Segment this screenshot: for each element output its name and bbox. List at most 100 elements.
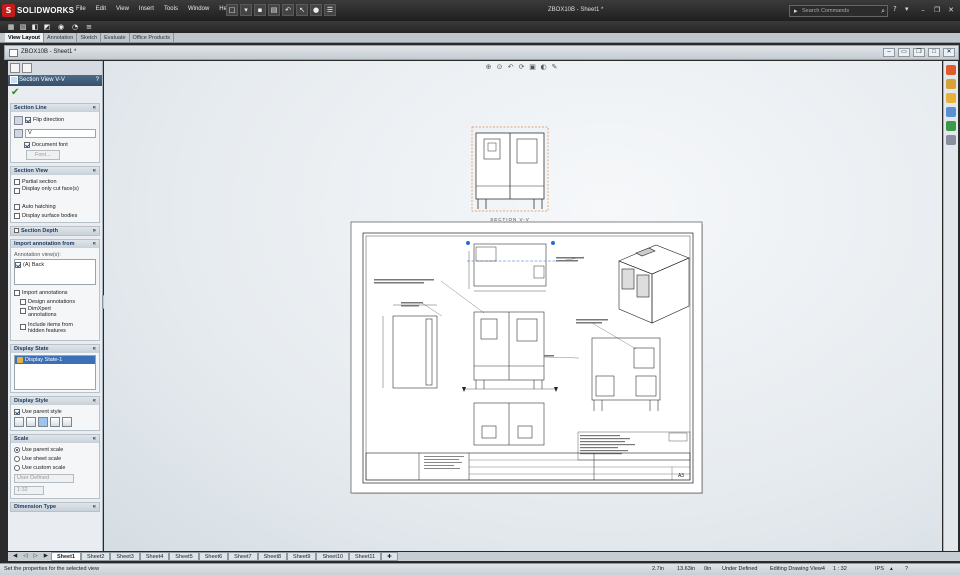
group-header[interactable]: Section Depth » [11, 227, 99, 235]
auxiliary-view-icon[interactable]: ◧ [30, 22, 40, 32]
group-header[interactable]: Scale « [11, 435, 99, 443]
shaded-icon[interactable] [62, 417, 72, 427]
tab-evaluate[interactable]: Evaluate [101, 33, 130, 42]
save-icon[interactable]: ▪ [254, 4, 266, 16]
sheet-nav-prev-icon[interactable]: ◁ [20, 552, 30, 561]
section-view-icon[interactable]: ◩ [42, 22, 52, 32]
tab-annotation[interactable]: Annotation [44, 33, 78, 42]
group-header[interactable]: Display Style « [11, 397, 99, 405]
view-palette-icon[interactable] [946, 107, 956, 117]
sheet-tab[interactable]: Sheet4 [139, 552, 170, 561]
feature-manager-tab-icon[interactable] [10, 63, 20, 73]
import-annotations-checkbox[interactable] [14, 289, 20, 296]
use-parent-scale-radio[interactable] [14, 446, 20, 453]
help-dropdown-icon[interactable]: ▾ [905, 5, 909, 13]
group-header[interactable]: Display State « [11, 345, 99, 353]
doc-tile-icon[interactable]: ▭ [898, 48, 910, 57]
wireframe-style-icon[interactable] [14, 417, 24, 427]
sheet-nav-first-icon[interactable]: ◀ [10, 552, 20, 561]
doc-maximize-icon[interactable]: □ [928, 48, 940, 57]
font-button[interactable]: Font... [26, 149, 60, 160]
group-header[interactable]: Section Line « [11, 104, 99, 112]
sheet-tab[interactable]: Sheet10 [316, 552, 349, 561]
sheet-nav-last-icon[interactable]: ▶ [41, 552, 51, 561]
doc-minimize-icon[interactable]: – [883, 48, 895, 57]
cut-face-checkbox[interactable] [14, 188, 20, 194]
help-icon[interactable]: ? [893, 5, 897, 13]
tab-sketch[interactable]: Sketch [77, 33, 102, 42]
design-annotations-checkbox[interactable] [20, 298, 26, 305]
back-view-checkbox[interactable] [15, 261, 21, 268]
collapse-icon[interactable]: « [93, 345, 96, 353]
collapse-icon[interactable]: « [93, 397, 96, 405]
custom-properties-icon[interactable] [946, 135, 956, 145]
property-manager-tab-icon[interactable] [22, 63, 32, 73]
open-document-icon[interactable]: ▾ [240, 4, 252, 16]
select-icon[interactable]: ↖ [296, 4, 308, 16]
search-icon[interactable]: ⌕ [881, 6, 885, 16]
collapse-icon[interactable]: « [93, 503, 96, 511]
sheet-tab[interactable]: Sheet1 [50, 552, 81, 561]
sheet-tab[interactable]: Sheet9 [287, 552, 317, 561]
sheet-tab[interactable]: Sheet3 [110, 552, 140, 561]
quick-tips-icon[interactable]: ? [905, 564, 908, 575]
options-icon[interactable]: ☰ [324, 4, 336, 16]
restore-icon[interactable]: ❐ [932, 5, 942, 15]
collapse-icon[interactable]: « [93, 167, 96, 175]
tab-office-products[interactable]: Office Products [130, 33, 175, 42]
close-icon[interactable]: ✕ [946, 5, 956, 15]
doc-close-icon[interactable]: ✕ [943, 48, 955, 57]
collapse-icon[interactable]: « [93, 435, 96, 443]
group-header[interactable]: Section View « [11, 167, 99, 175]
search-options-icon[interactable]: ▸ [794, 6, 798, 16]
minimize-icon[interactable]: – [918, 5, 928, 15]
menu-view[interactable]: View [111, 6, 134, 12]
scale-select[interactable]: User Defined [14, 473, 74, 483]
file-explorer-icon[interactable] [946, 93, 956, 103]
collapse-icon[interactable]: « [93, 240, 96, 248]
unit-system[interactable]: IPS [875, 564, 884, 575]
broken-out-section-icon[interactable]: ◔ [70, 22, 80, 32]
search-commands-input[interactable]: ▸ Search Commands ⌕ [789, 5, 888, 17]
expand-icon[interactable]: » [93, 227, 96, 235]
section-depth-checkbox[interactable] [14, 228, 19, 234]
group-header[interactable]: Dimension Type « [11, 503, 99, 511]
shaded-with-edges-icon[interactable] [50, 417, 60, 427]
menu-tools[interactable]: Tools [159, 6, 183, 12]
surface-bodies-checkbox[interactable] [14, 212, 20, 219]
graphics-area[interactable]: ⊕ ⊙ ↶ ⟳ ▣ ◐ ✎ SECTION V-V A3 [104, 61, 942, 551]
menu-window[interactable]: Window [183, 6, 214, 12]
detail-view-icon[interactable]: ◉ [56, 22, 66, 32]
units-dropdown-icon[interactable]: ▴ [890, 564, 893, 575]
section-label-field[interactable]: V [25, 128, 96, 138]
group-header[interactable]: Import annotation from « [11, 240, 99, 248]
collapse-icon[interactable]: « [93, 104, 96, 112]
menu-file[interactable]: File [71, 6, 91, 12]
menu-insert[interactable]: Insert [134, 6, 159, 12]
resources-icon[interactable] [946, 65, 956, 75]
drawing-sheet[interactable]: A3 [350, 221, 703, 494]
hidden-lines-removed-icon[interactable] [38, 417, 48, 427]
sheet-tab[interactable]: Sheet5 [169, 552, 199, 561]
menu-edit[interactable]: Edit [91, 6, 111, 12]
model-view-icon[interactable]: ▦ [6, 22, 16, 32]
sheet-tab[interactable]: Sheet6 [198, 552, 229, 561]
auto-hatching-checkbox[interactable] [14, 203, 20, 210]
projected-view-icon[interactable]: ▧ [18, 22, 28, 32]
dimxpert-checkbox[interactable] [20, 308, 26, 314]
print-icon[interactable]: ▤ [268, 4, 280, 16]
document-font-checkbox[interactable] [24, 141, 30, 148]
display-state-item[interactable]: Display State-1 [15, 356, 95, 364]
sheet-tab[interactable]: Sheet8 [257, 552, 288, 561]
use-parent-style-checkbox[interactable] [14, 408, 20, 415]
display-state-list[interactable]: Display State-1 [14, 355, 96, 390]
sheet-tab[interactable]: Sheet11 [348, 552, 382, 561]
custom-scale-field[interactable]: 1:32 [14, 485, 44, 495]
new-document-icon[interactable]: □ [226, 4, 238, 16]
ok-checkmark-button[interactable]: ✔ [8, 86, 102, 100]
annotation-views-list[interactable]: (A) Back [14, 259, 96, 285]
section-view-preview[interactable] [471, 126, 549, 212]
tab-view-layout[interactable]: View Layout [5, 33, 44, 42]
hidden-lines-visible-icon[interactable] [26, 417, 36, 427]
sheet-tab[interactable]: Sheet7 [228, 552, 258, 561]
